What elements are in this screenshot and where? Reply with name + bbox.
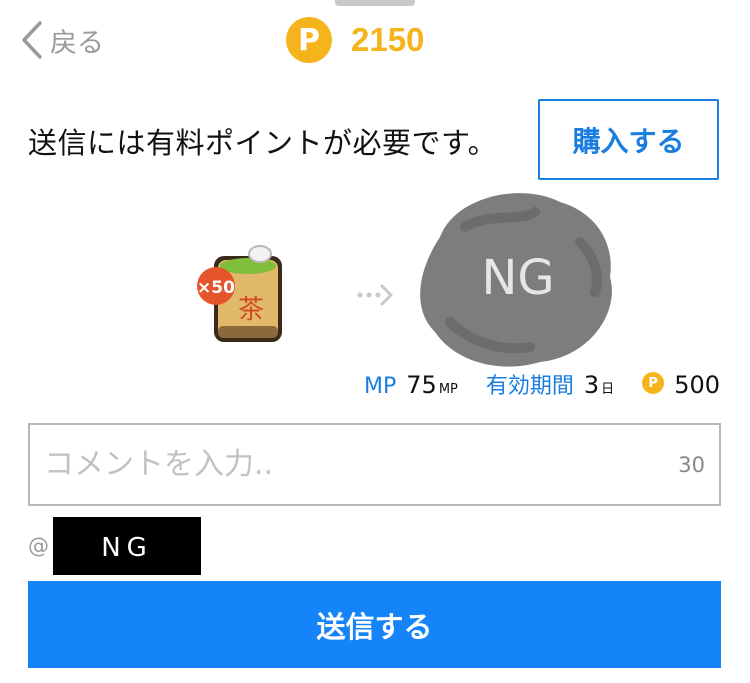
mp-value: 75 [406,371,437,399]
send-button[interactable]: 送信する [28,581,721,668]
tea-cup-icon: ×50 茶 [197,245,282,342]
chevron-left-icon [22,21,42,59]
sheet-drag-handle[interactable] [335,0,415,6]
recipient-avatar-text: NG [481,250,554,306]
comment-char-limit: 30 [678,453,705,477]
gift-stats: MP 75 MP 有効期間 3 日 P 500 [364,368,720,399]
validity-period-value: 3 [583,371,600,399]
mp-label: MP [364,374,397,399]
recipient-avatar[interactable]: NG [410,182,620,372]
points-value: 2150 [351,21,425,58]
mention-name-redacted: NG [53,517,201,575]
send-direction-arrow-icon [356,283,396,311]
gift-item[interactable]: ×50 茶 [196,238,288,350]
back-label: 戻る [50,27,104,59]
validity-period-unit: 日 [601,382,615,397]
back-button[interactable]: 戻る [20,18,104,62]
comment-field[interactable]: 30 [28,423,721,506]
comment-input[interactable] [42,446,646,483]
mention-recipient: @ NG [28,517,201,575]
mention-name-text: NG [101,533,153,563]
cost-coin-icon: P [642,372,665,394]
at-sign: @ [28,534,49,558]
paid-points-notice: 送信には有料ポイントが必要です。 [28,126,498,160]
buy-points-button[interactable]: 購入する [538,99,719,180]
points-balance: P 2150 [286,16,424,64]
gift-quantity-badge: ×50 [197,278,235,298]
validity-period-label: 有効期間 [485,374,574,399]
cost-value: 500 [674,371,720,399]
gift-name-label: 茶 [238,295,264,325]
mp-unit: MP [438,382,458,397]
point-coin-icon: P [286,17,332,63]
